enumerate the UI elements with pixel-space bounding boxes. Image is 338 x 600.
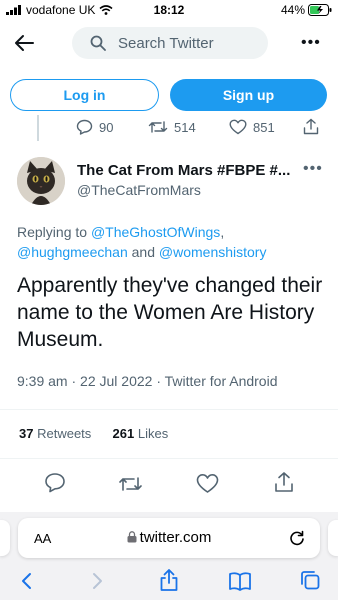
share-icon xyxy=(159,568,179,592)
url-text: twitter.com xyxy=(139,529,212,546)
meta-separator: · xyxy=(156,373,165,389)
retweets-stat[interactable]: 37 Retweets xyxy=(19,426,91,441)
user-handle[interactable]: @TheCatFromMars xyxy=(77,182,201,198)
reply-user-link[interactable]: @TheGhostOfWings xyxy=(91,224,220,240)
address-bar[interactable]: AA twitter.com xyxy=(18,518,320,558)
tweet-more-icon[interactable]: ••• xyxy=(303,160,323,178)
like-count: 851 xyxy=(253,119,275,135)
tweet-meta: 9:39 am · 22 Jul 2022 · Twitter for Andr… xyxy=(17,373,277,389)
signup-button[interactable]: Sign up xyxy=(170,79,327,111)
search-placeholder: Search Twitter xyxy=(118,34,214,52)
cat-avatar-icon xyxy=(17,157,65,205)
divider xyxy=(0,409,338,410)
back-arrow-icon xyxy=(14,34,34,52)
reply-icon xyxy=(44,472,66,493)
battery-percent: 44% xyxy=(280,3,305,17)
tabs-button[interactable] xyxy=(300,570,320,590)
browser-share-button[interactable] xyxy=(159,568,179,592)
reply-count: 90 xyxy=(99,119,114,135)
more-menu-icon[interactable]: ••• xyxy=(301,34,321,52)
tweet-text: Apparently they've changed their name to… xyxy=(17,274,323,351)
reply-user-link[interactable]: @hughgmeechan xyxy=(17,244,128,260)
status-bar: vodafone UK 18:12 44% xyxy=(0,0,338,20)
parent-retweet-action[interactable]: 514 xyxy=(148,119,196,135)
search-icon xyxy=(90,35,106,51)
previous-tab-edge[interactable] xyxy=(0,520,10,556)
like-icon xyxy=(196,473,219,494)
retweet-count: 514 xyxy=(174,119,196,135)
share-icon xyxy=(274,471,294,493)
next-tab-edge[interactable] xyxy=(328,520,338,556)
share-icon xyxy=(303,118,319,135)
parent-share-action[interactable] xyxy=(303,118,319,135)
bookmarks-icon xyxy=(228,571,252,591)
divider xyxy=(0,458,338,459)
like-icon xyxy=(229,119,247,135)
share-button[interactable] xyxy=(274,471,294,493)
reply-comma: , xyxy=(220,224,225,240)
likes-stat[interactable]: 261 Likes xyxy=(113,426,169,441)
avatar[interactable] xyxy=(17,157,65,205)
tweet-date[interactable]: 22 Jul 2022 xyxy=(80,373,152,389)
browser-back-button[interactable] xyxy=(20,572,32,590)
retweet-icon xyxy=(118,474,143,494)
login-button[interactable]: Log in xyxy=(10,79,159,111)
url-display: twitter.com xyxy=(18,529,320,546)
reply-icon xyxy=(76,119,93,135)
meta-separator: · xyxy=(71,373,81,389)
tabs-icon xyxy=(300,570,320,590)
browser-forward-button[interactable] xyxy=(92,572,104,590)
engagement-stats: 37 Retweets 261 Likes xyxy=(19,426,168,441)
display-name[interactable]: The Cat From Mars #FBPE #... xyxy=(77,162,290,179)
chevron-left-icon xyxy=(20,572,32,590)
replying-prefix: Replying to xyxy=(17,224,88,240)
retweet-button[interactable] xyxy=(118,474,143,494)
search-input[interactable]: Search Twitter xyxy=(72,27,268,59)
reply-user-link[interactable]: @womenshistory xyxy=(159,244,267,260)
back-button[interactable] xyxy=(14,34,34,52)
reply-and: and xyxy=(131,244,155,260)
lock-icon xyxy=(127,531,137,543)
parent-like-action[interactable]: 851 xyxy=(229,119,275,135)
reload-button[interactable] xyxy=(289,530,305,546)
replying-to: Replying to @TheGhostOfWings, @hughgmeec… xyxy=(17,222,327,262)
battery-group: 44% xyxy=(281,3,332,17)
parent-reply-action[interactable]: 90 xyxy=(76,119,113,135)
retweet-icon xyxy=(148,119,168,135)
like-button[interactable] xyxy=(196,473,219,494)
chevron-right-icon xyxy=(92,572,104,590)
tweet-source: Twitter for Android xyxy=(164,373,278,389)
thread-line xyxy=(37,115,39,141)
tweet-time[interactable]: 9:39 am xyxy=(17,373,68,389)
reply-button[interactable] xyxy=(44,472,66,493)
bookmarks-button[interactable] xyxy=(228,571,252,591)
battery-icon xyxy=(308,4,332,16)
reload-icon xyxy=(289,530,305,546)
